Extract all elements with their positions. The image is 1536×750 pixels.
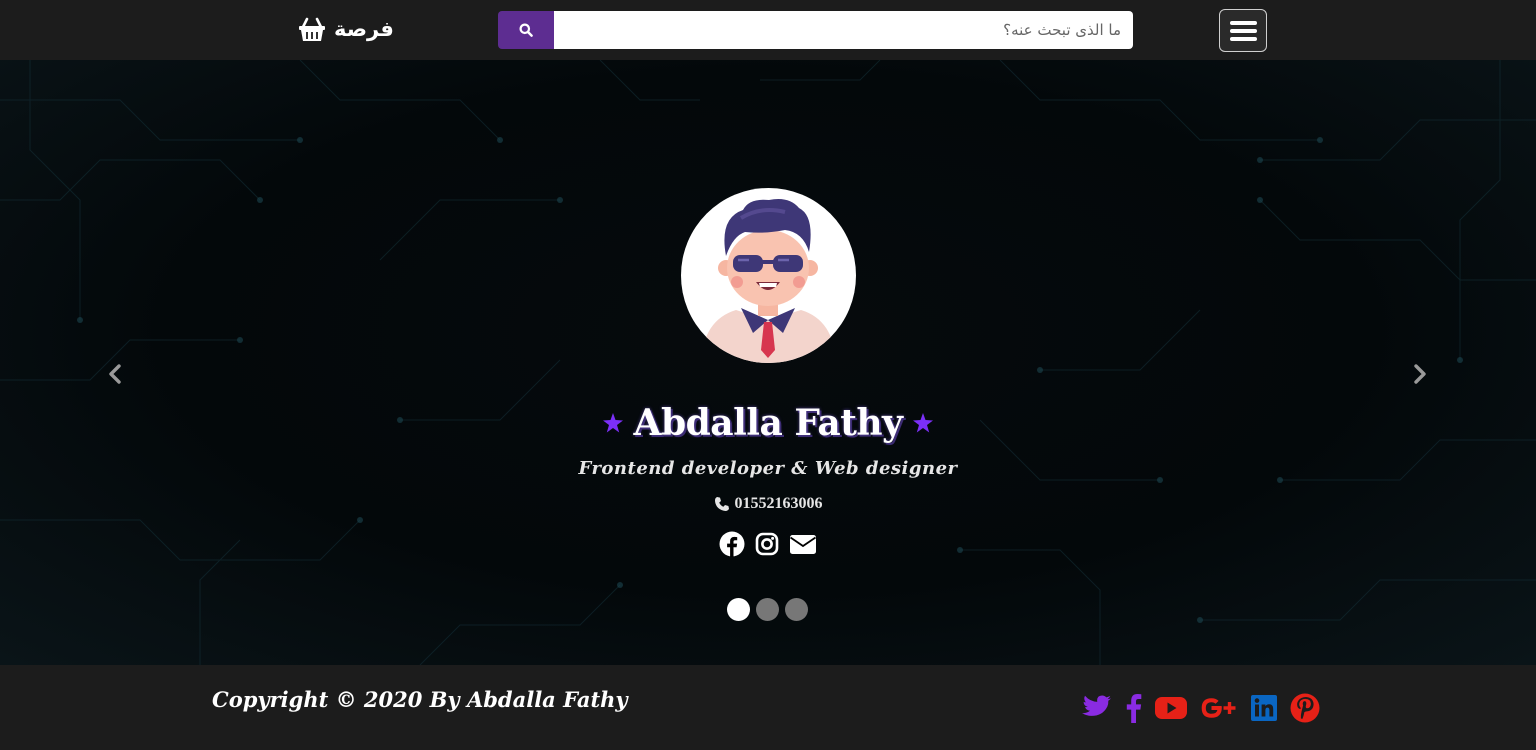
shopping-basket-icon: [299, 17, 325, 41]
chevron-right-icon: [1414, 364, 1426, 384]
google-plus-icon[interactable]: [1200, 695, 1238, 721]
hamburger-menu-icon: [1229, 20, 1257, 25]
page-footer: Copyright © 2020 By Abdalla Fathy: [0, 665, 1536, 750]
carousel-indicators: [727, 597, 811, 621]
instagram-icon[interactable]: [755, 532, 779, 556]
carousel-dot[interactable]: [727, 597, 750, 621]
profile-name: Abdalla Fathy: [633, 402, 903, 444]
youtube-icon[interactable]: [1154, 695, 1188, 721]
pinterest-icon[interactable]: [1290, 693, 1320, 723]
copyright-text: Copyright © 2020 By Abdalla Fathy: [212, 687, 628, 712]
name-row: Abdalla Fathy: [600, 398, 936, 448]
carousel-prev-button[interactable]: [103, 362, 127, 386]
profile-avatar: [681, 188, 856, 363]
phone-icon: [714, 497, 729, 511]
search-bar: [498, 11, 1133, 49]
hero-carousel: Abdalla Fathy Frontend developer & Web d…: [0, 60, 1536, 665]
carousel-next-button[interactable]: [1408, 362, 1432, 386]
search-input[interactable]: [554, 11, 1133, 49]
search-icon: [519, 23, 533, 37]
brand-logo[interactable]: فرصة: [298, 13, 394, 45]
facebook-icon[interactable]: [1124, 693, 1142, 723]
carousel-dot[interactable]: [756, 597, 779, 621]
star-icon: [602, 413, 623, 433]
twitter-icon[interactable]: [1082, 695, 1112, 721]
star-icon: [913, 413, 934, 433]
linkedin-icon[interactable]: [1250, 694, 1278, 722]
phone-row: 01552163006: [600, 495, 936, 513]
phone-number: 01552163006: [734, 495, 823, 512]
chevron-left-icon: [109, 364, 121, 384]
top-navbar: فرصة: [0, 0, 1536, 60]
avatar-illustration: [701, 199, 836, 363]
menu-toggle-button[interactable]: [1219, 9, 1267, 52]
hero-social-links: [700, 529, 836, 559]
carousel-dot[interactable]: [785, 597, 808, 621]
search-button[interactable]: [498, 11, 554, 49]
facebook-icon[interactable]: [719, 531, 745, 557]
footer-social-links: [1082, 691, 1320, 725]
profile-tagline: Frontend developer & Web designer: [578, 458, 958, 479]
envelope-icon[interactable]: [789, 533, 817, 555]
brand-name: فرصة: [334, 17, 394, 41]
